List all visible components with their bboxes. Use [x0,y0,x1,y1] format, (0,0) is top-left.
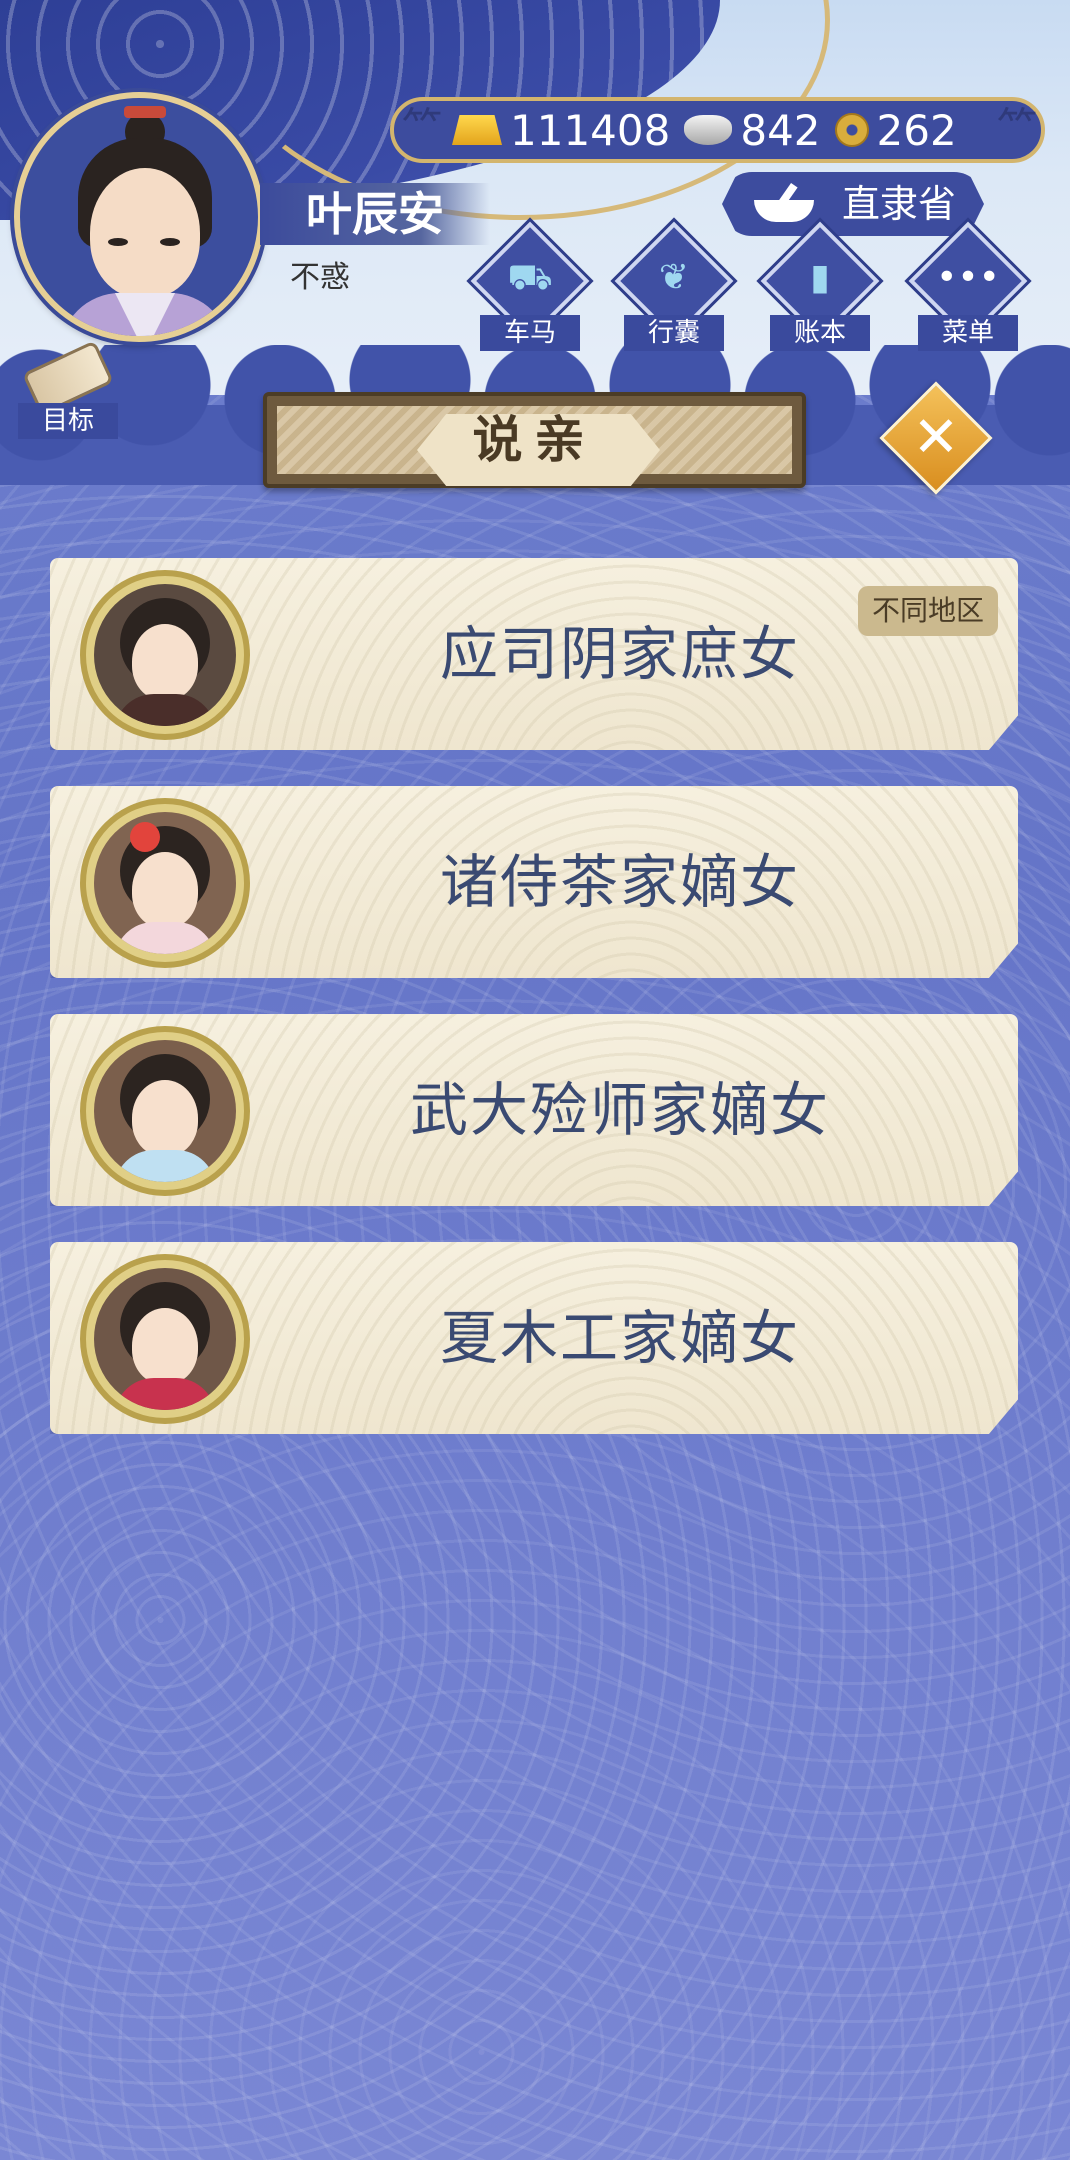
silver-counter[interactable]: 842 [684,105,821,155]
menu-carriage-button[interactable]: ⛟ 车马 [470,221,590,355]
avatar [80,1026,250,1196]
player-avatar[interactable] [14,92,264,342]
bamboo-icon: ⺮ [402,105,442,151]
candidate-card[interactable]: 武大殓师家嫡女 [50,1014,1018,1206]
ledger-icon: ▮ [810,257,830,298]
title-banner: 说亲 [263,392,806,488]
candidate-card[interactable]: 夏木工家嫡女 [50,1242,1018,1434]
page-title: 说亲 [472,411,597,469]
menu-ledger-button[interactable]: ▮ 账本 [760,221,880,355]
gold-bar-icon [452,115,502,145]
candidate-card[interactable]: 应司阴家庶女 不同地区 [50,558,1018,750]
silver-ingot-icon [684,115,733,145]
candidate-card[interactable]: 诸侍茶家嫡女 [50,786,1018,978]
menu-more-button[interactable]: ••• 菜单 [908,221,1028,355]
menu-bag-button[interactable]: ❦ 行囊 [614,221,734,355]
goal-button[interactable]: 目标 [18,340,118,445]
copper-coin-icon [834,113,869,147]
currency-bar: ⺮ 111408 842 262 ⺮ [390,97,1045,163]
player-name: 叶辰安 [260,183,490,245]
goal-label: 目标 [18,403,118,439]
bag-icon: ❦ [658,257,690,298]
menu-dots-icon: ••• [936,257,1000,298]
flower-icon [130,822,160,852]
coin-amount: 262 [876,105,957,155]
province-button[interactable]: 直隶省 [722,172,984,236]
silver-amount: 842 [740,105,821,155]
player-rank: 不惑 [290,260,350,295]
carriage-icon: ⛟ [507,257,553,298]
region-badge: 不同地区 [857,586,998,636]
candidate-name: 武大殓师家嫡女 [409,1076,830,1144]
inkstone-icon [750,182,830,226]
candidate-name: 夏木工家嫡女 [439,1304,800,1372]
gold-amount: 111408 [510,105,671,155]
coin-counter[interactable]: 262 [834,105,957,155]
candidate-name: 应司阴家庶女 [439,620,800,688]
candidate-name: 诸侍茶家嫡女 [439,848,800,916]
bamboo-icon: ⺮ [997,105,1037,151]
avatar [80,570,250,740]
avatar [80,1254,250,1424]
avatar [80,798,250,968]
gold-counter[interactable]: 111408 [452,106,670,155]
close-icon: ✕ [912,405,960,470]
province-label: 直隶省 [842,182,957,226]
